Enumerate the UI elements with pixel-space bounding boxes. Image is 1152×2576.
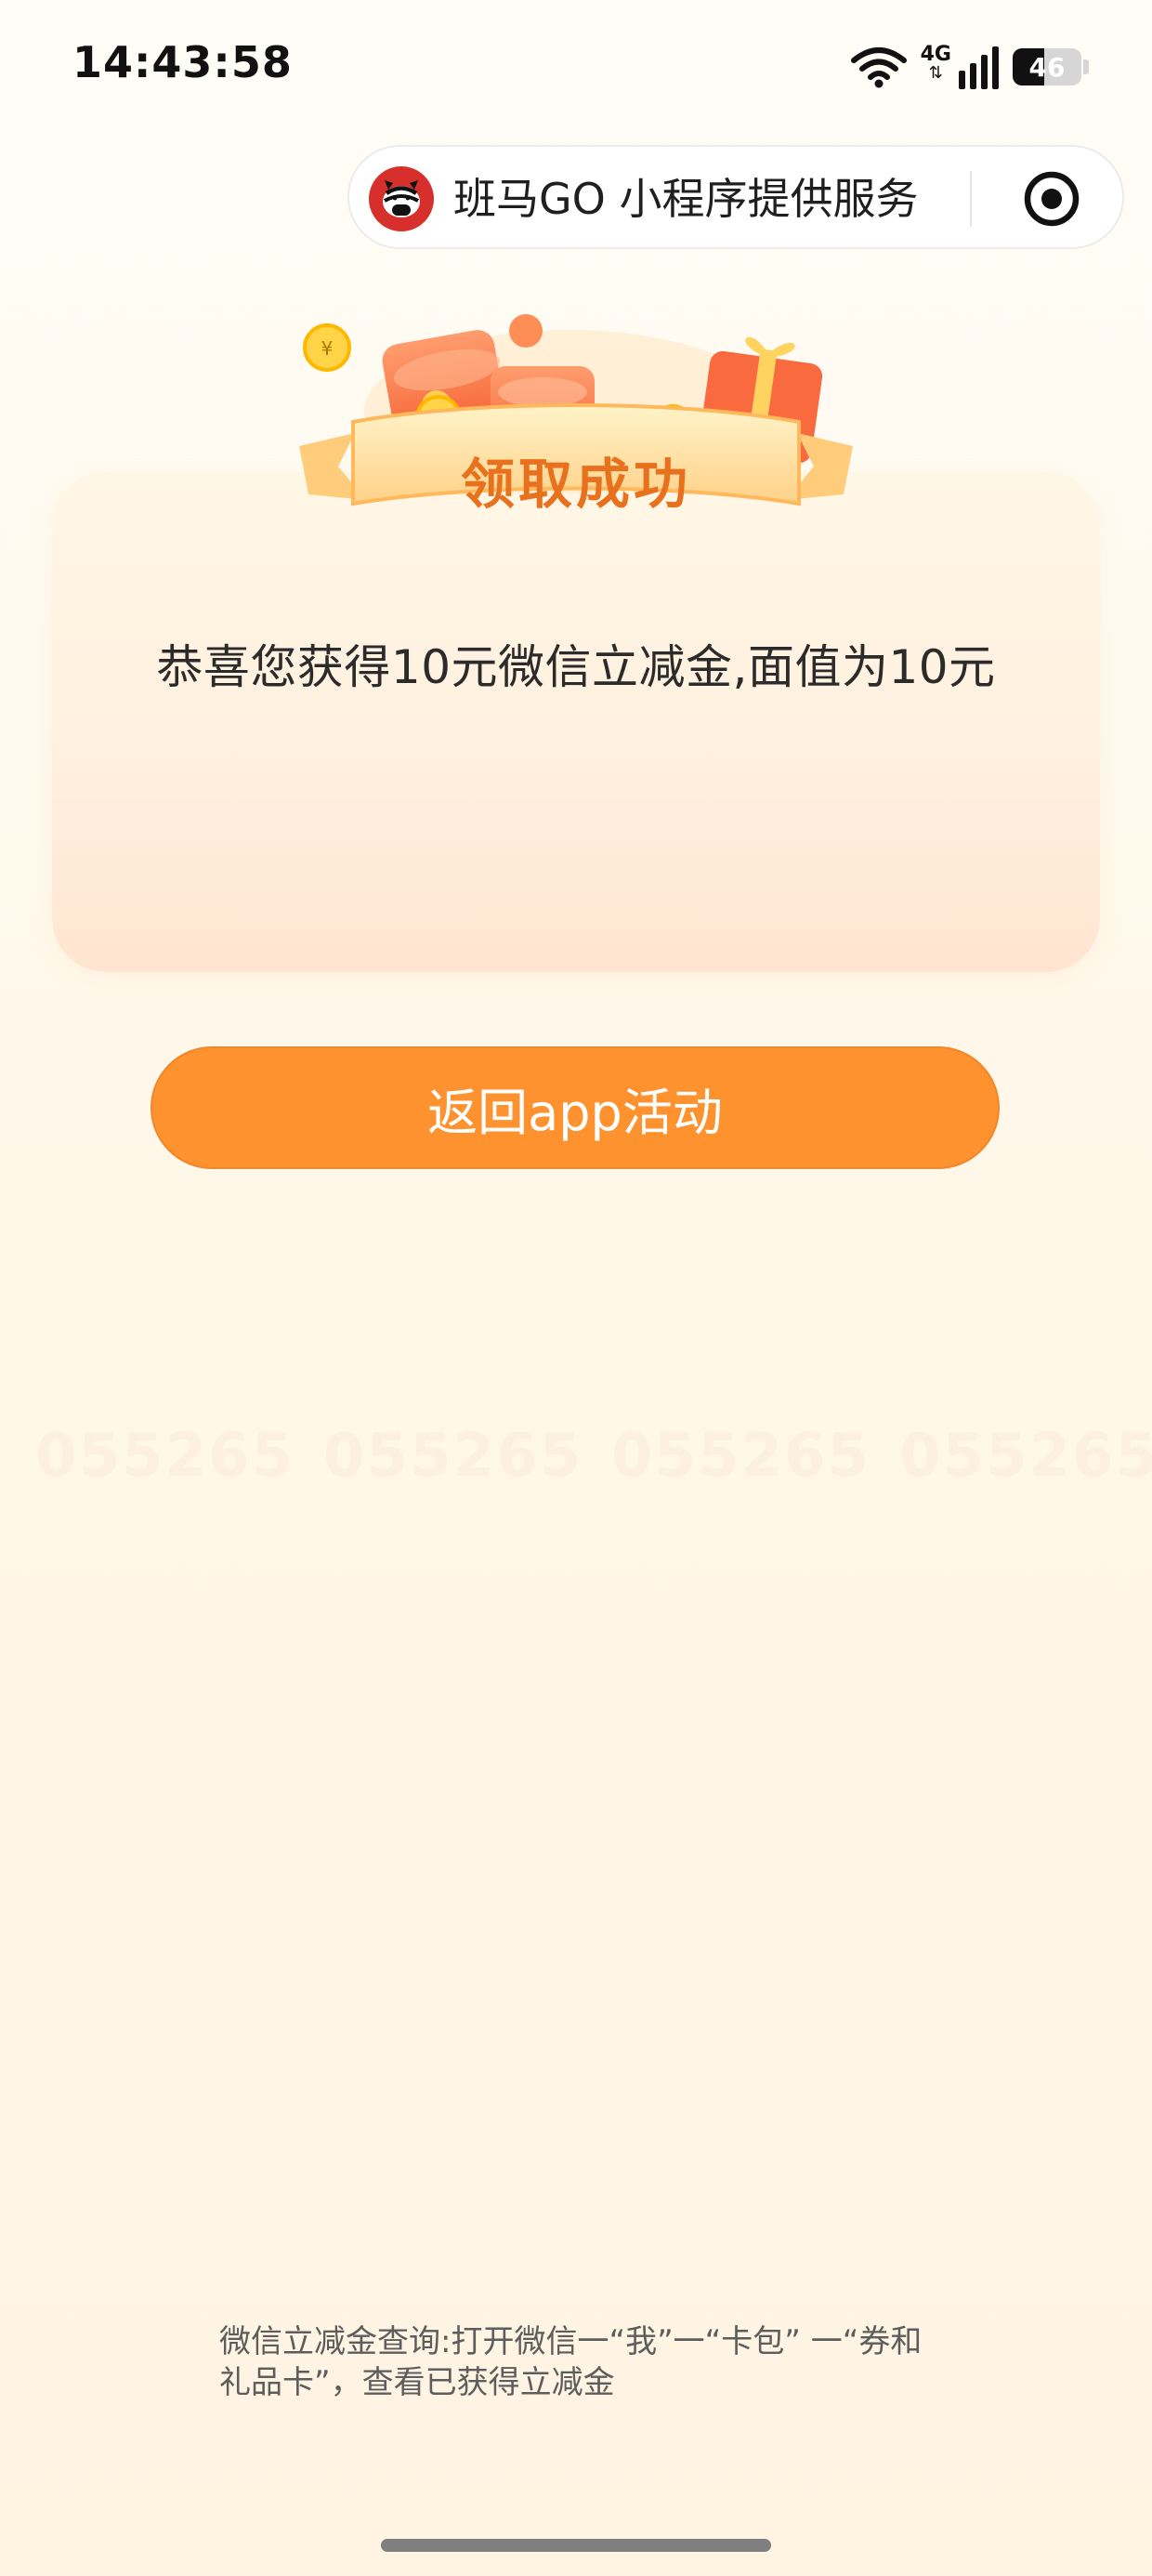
capsule-divider xyxy=(970,171,972,227)
wifi-icon xyxy=(850,47,907,88)
status-icons: 4G ⇅ 46 xyxy=(850,41,1089,93)
watermark: 055265 xyxy=(899,1422,1152,1491)
status-time: 14:43:58 xyxy=(72,37,293,87)
watermark: 055265 xyxy=(611,1422,871,1491)
watermark: 055265 xyxy=(35,1422,295,1491)
battery-level: 46 xyxy=(1028,51,1066,83)
cellular-signal-icon: 4G ⇅ xyxy=(921,45,1000,89)
home-indicator[interactable] xyxy=(381,2539,771,2552)
result-message: 恭喜您获得10元微信立减金,面值为10元 xyxy=(156,640,996,694)
network-type: 4G xyxy=(920,43,951,66)
watermark: 055265 xyxy=(323,1422,583,1491)
mini-program-title: 班马GO 小程序提供服务 xyxy=(453,174,919,224)
success-title: 领取成功 xyxy=(460,453,691,516)
coin-icon: ¥ xyxy=(303,323,351,372)
svg-text:¥: ¥ xyxy=(321,337,334,360)
zebra-logo-icon[interactable] xyxy=(368,165,435,232)
battery-tip xyxy=(1083,59,1089,74)
result-card: 恭喜您获得10元微信立减金,面值为10元 xyxy=(52,472,1100,972)
target-icon[interactable] xyxy=(1018,165,1085,232)
status-bar: 14:43:58 4G ⇅ 46 xyxy=(0,0,1152,139)
wechat-query-instructions: 微信立减金查询:打开微信一“我”一“卡包” 一“券和礼品卡”，查看已获得立减金 xyxy=(219,2323,923,2401)
battery-icon: 46 xyxy=(1013,48,1081,85)
mini-program-capsule: 班马GO 小程序提供服务 xyxy=(347,145,1124,249)
return-to-app-button[interactable]: 返回app活动 xyxy=(151,1046,1000,1169)
